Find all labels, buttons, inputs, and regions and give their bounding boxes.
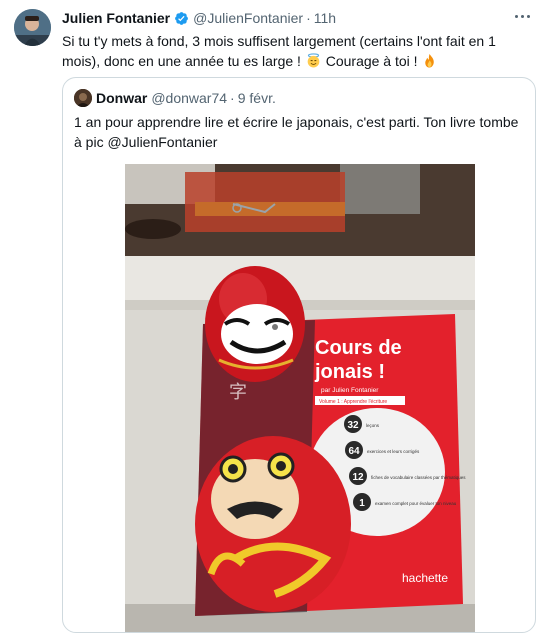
stat-num-3: 12 xyxy=(352,472,364,483)
quoted-author-handle: @donwar74 xyxy=(151,90,228,106)
stat-label-3: fiches de vocabulaire classées par théma… xyxy=(371,475,466,480)
quoted-tweet-text: 1 an pour apprendre lire et écrire le ja… xyxy=(74,114,519,150)
quoted-tweet[interactable]: Donwar @donwar74 · 9 févr. 1 an pour app… xyxy=(62,77,536,633)
fire-emoji xyxy=(425,53,435,68)
quoted-tweet-header: Donwar @donwar74 · 9 févr. xyxy=(74,89,276,107)
verified-badge-icon xyxy=(175,11,189,25)
smiling-face-with-halo-emoji xyxy=(307,53,320,68)
book-kanji: 字 xyxy=(229,382,247,403)
quoted-author-avatar xyxy=(74,89,92,107)
tweet-card[interactable]: Julien Fontanier @JulienFontanier · 11h … xyxy=(0,0,548,640)
book-title-line1: Cours de xyxy=(315,337,402,359)
book-volume: Volume 1 : Apprendre l'écriture xyxy=(319,399,387,405)
stat-num-1: 32 xyxy=(347,420,359,431)
author-handle[interactable]: @JulienFontanier xyxy=(193,10,303,26)
author-avatar[interactable] xyxy=(14,9,51,46)
tweet-text: Si tu t'y mets à fond, 3 mois suffisent … xyxy=(62,31,522,71)
quoted-author-name: Donwar xyxy=(96,90,148,106)
separator-dot: · xyxy=(306,10,311,26)
more-options-icon[interactable] xyxy=(512,8,532,24)
stat-num-2: 64 xyxy=(348,446,360,457)
separator-dot: · xyxy=(230,90,235,106)
tweet-time[interactable]: 11h xyxy=(314,10,336,26)
book-publisher: hachette xyxy=(402,571,448,585)
book-author: par Julien Fontanier xyxy=(321,387,379,394)
quoted-tweet-date: 9 févr. xyxy=(237,90,276,106)
stat-label-2: exercices et leurs corrigés xyxy=(367,449,420,454)
tweet-header: Julien Fontanier @JulienFontanier · 11h xyxy=(62,9,336,27)
stat-num-4: 1 xyxy=(359,498,365,509)
author-name[interactable]: Julien Fontanier xyxy=(62,10,170,26)
quoted-tweet-photo[interactable]: Cours de jonais ! par Julien Fontanier V… xyxy=(125,164,475,632)
daruma-figure xyxy=(205,266,305,382)
book-title-line2: jonais ! xyxy=(314,361,385,383)
stat-label-4: examen complet pour évaluer ton niveau xyxy=(375,501,457,506)
tweet-text-part2: Courage à toi ! xyxy=(325,53,418,69)
stat-label-1: leçons xyxy=(366,423,380,428)
